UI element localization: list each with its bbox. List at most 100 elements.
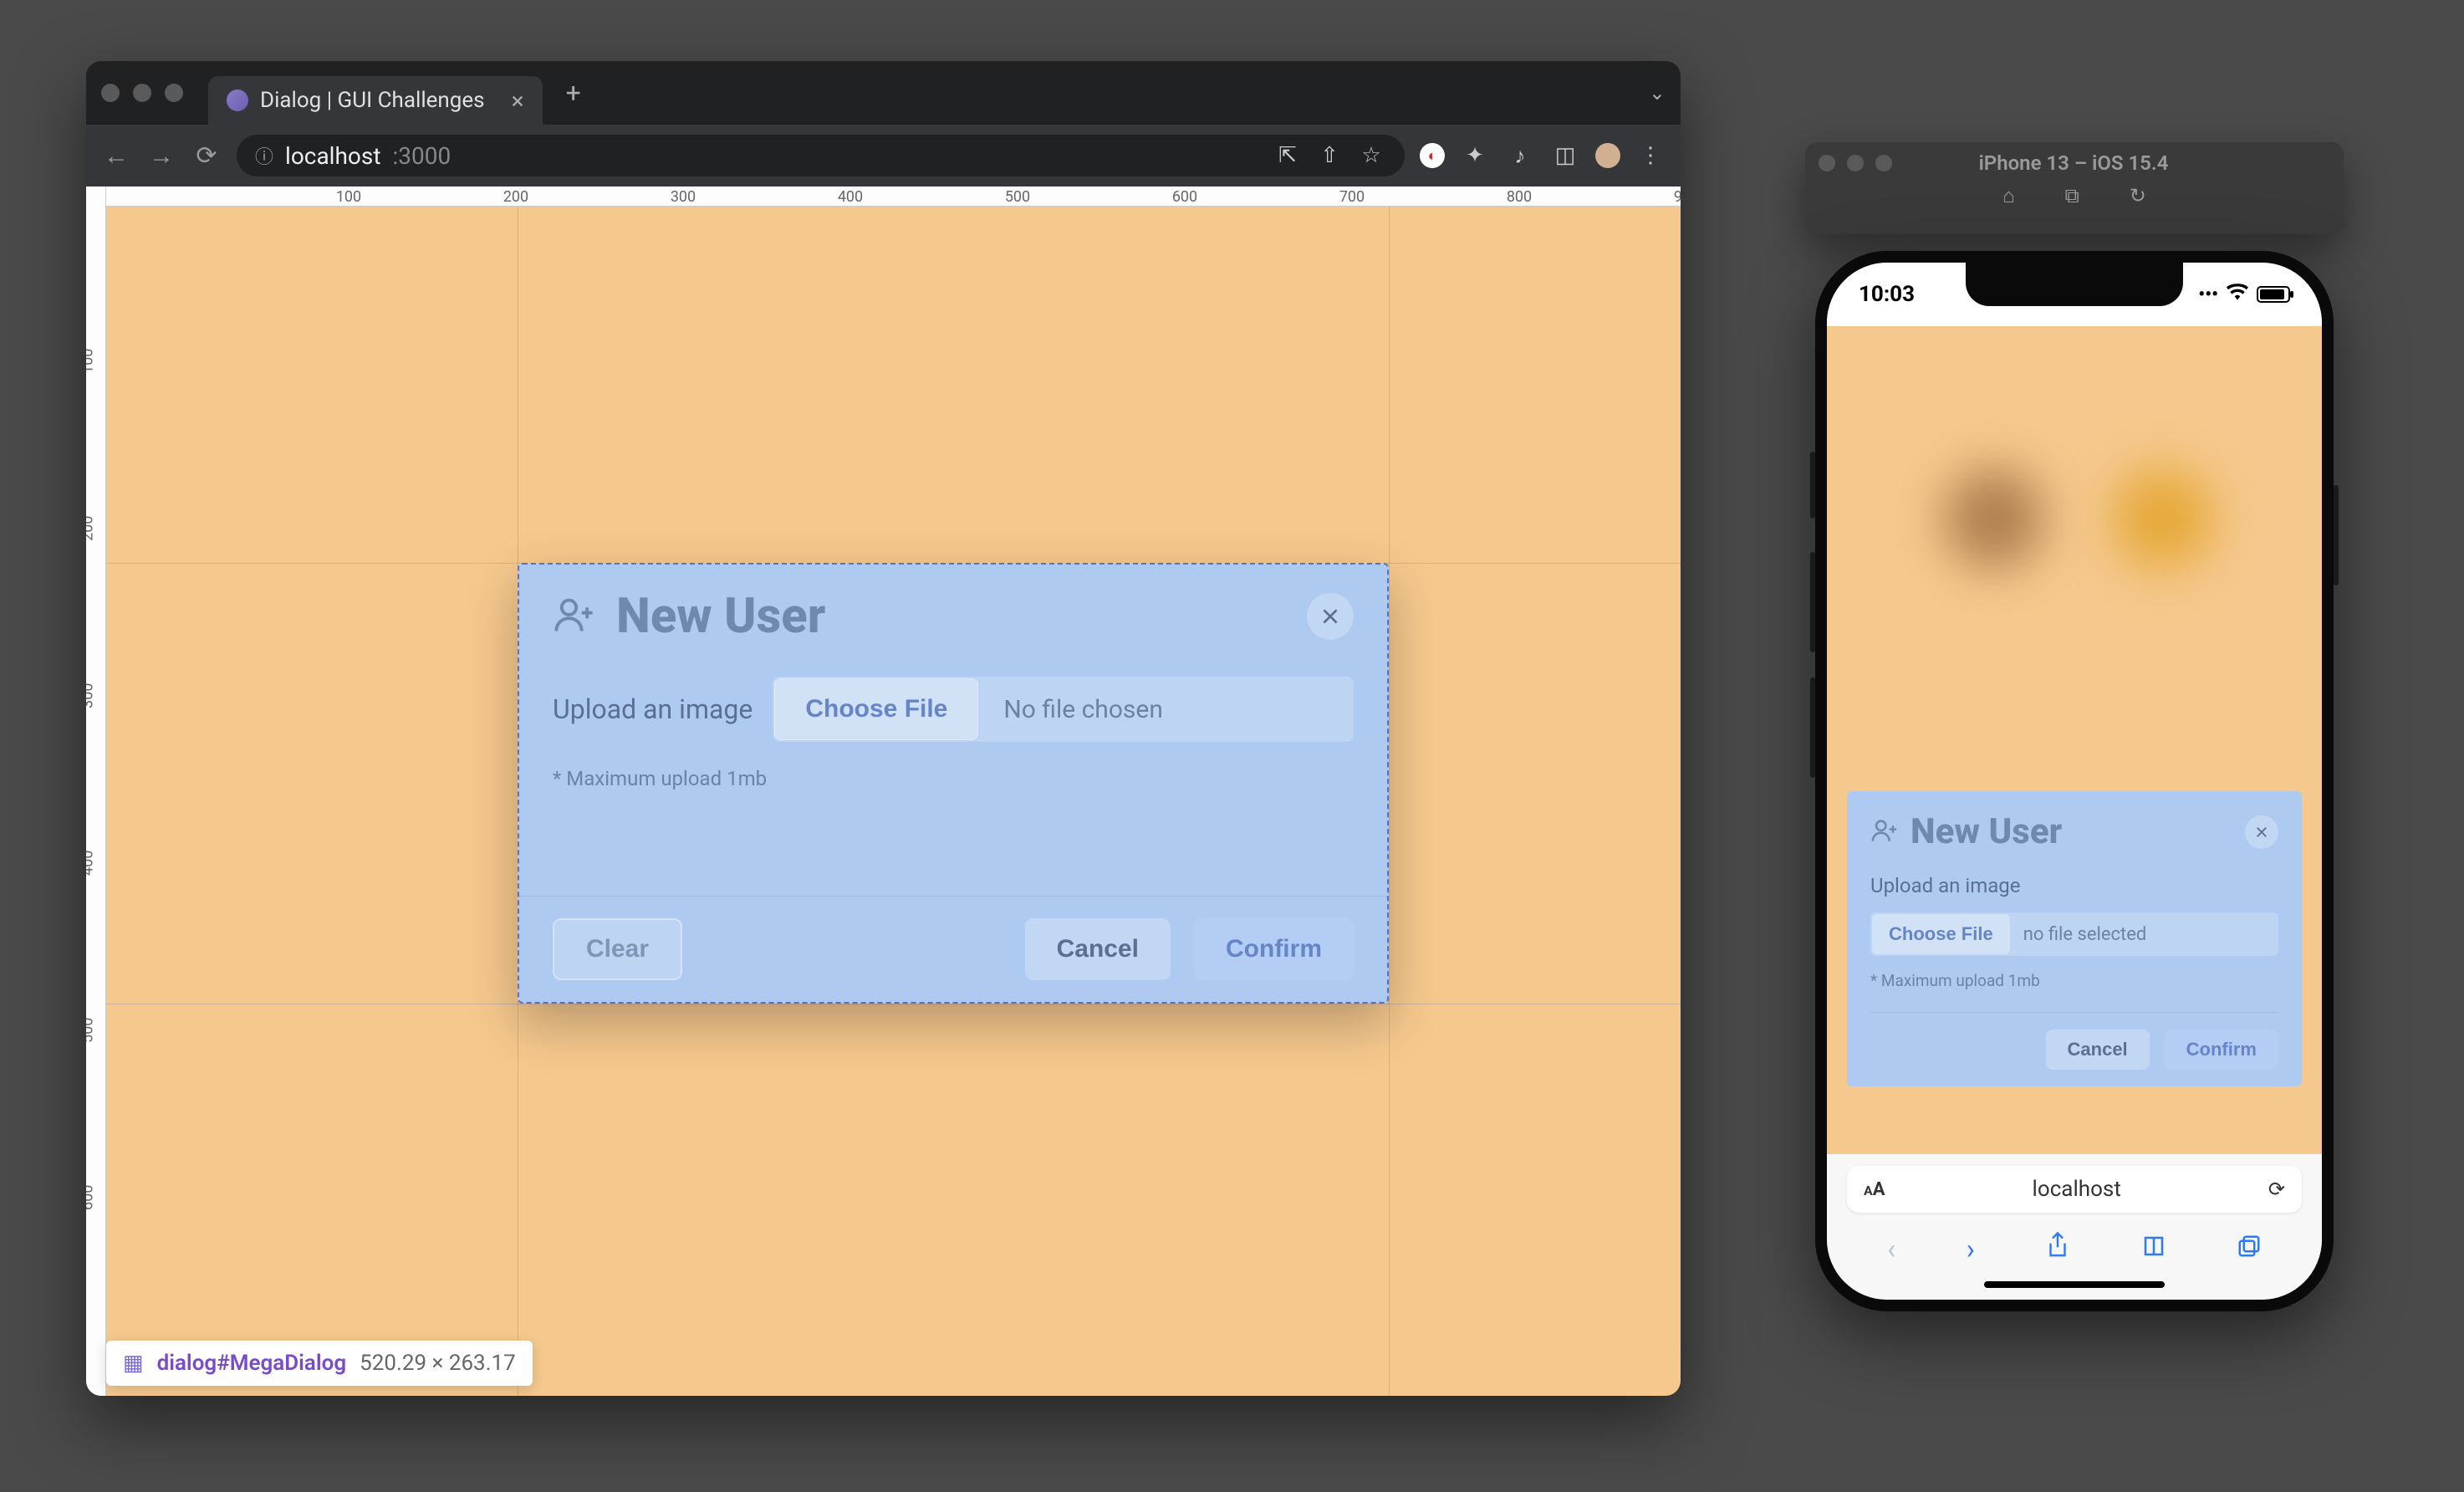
ruler-horizontal: 100 200 300 400 500 600 700 800 900 bbox=[86, 186, 1681, 207]
nav-back-icon[interactable]: ← bbox=[101, 141, 131, 171]
ruler-vertical: 100 200 300 400 500 600 bbox=[86, 186, 106, 1396]
upload-row: Upload an image Choose File No file chos… bbox=[553, 677, 1354, 742]
iphone-device: 10:03 ••• New User bbox=[1815, 251, 2334, 1311]
sim-screenshot-icon[interactable]: ⧉ bbox=[2065, 184, 2079, 208]
safari-url: localhost bbox=[1885, 1177, 2268, 1202]
guide-line bbox=[1389, 207, 1390, 1396]
phone-dialog-footer: Cancel Confirm bbox=[1870, 1012, 2278, 1086]
browser-toolbar: ← → ⟳ ⓘ localhost :3000 ⇱ ⇧ ☆ ◐ ✦ ♪ ◫ ⋮ bbox=[86, 125, 1681, 186]
iphone-screen: 10:03 ••• New User bbox=[1827, 263, 2322, 1300]
address-bar[interactable]: ⓘ localhost :3000 ⇱ ⇧ ☆ bbox=[237, 135, 1405, 176]
profile-avatar-icon[interactable] bbox=[1595, 143, 1620, 168]
extensions-icon[interactable]: ✦ bbox=[1460, 143, 1490, 168]
simulator-title: iPhone 13 – iOS 15.4 bbox=[1979, 151, 2169, 175]
ruler-tick: 600 bbox=[1172, 188, 1197, 206]
phone-confirm-button[interactable]: Confirm bbox=[2165, 1030, 2278, 1070]
file-status: No file chosen bbox=[980, 695, 1163, 724]
text-size-icon[interactable]: AA bbox=[1864, 1179, 1885, 1200]
simulator-toolbar: iPhone 13 – iOS 15.4 ⌂ ⧉ ↻ bbox=[1805, 142, 2344, 234]
dialog-title: New User bbox=[616, 588, 825, 645]
bookmark-star-icon[interactable]: ☆ bbox=[1356, 143, 1386, 168]
blurred-avatar-2 bbox=[2113, 468, 2213, 569]
blurred-avatar-1 bbox=[1944, 468, 2044, 569]
overflow-menu-icon[interactable]: ⋮ bbox=[1635, 143, 1666, 168]
favicon-icon bbox=[227, 89, 248, 111]
status-time: 10:03 bbox=[1859, 282, 1915, 307]
phone-file-input[interactable]: Choose File no file selected bbox=[1870, 912, 2278, 956]
ruler-tick: 400 bbox=[838, 188, 863, 206]
dialog-close-button[interactable] bbox=[1307, 593, 1354, 640]
site-info-icon[interactable]: ⓘ bbox=[255, 142, 273, 169]
confirm-button[interactable]: Confirm bbox=[1194, 918, 1354, 980]
dialog-header: New User bbox=[519, 565, 1387, 668]
window-close[interactable] bbox=[1819, 155, 1835, 171]
home-indicator[interactable] bbox=[1984, 1281, 2165, 1288]
cellular-icon: ••• bbox=[2198, 284, 2218, 305]
cancel-button[interactable]: Cancel bbox=[1025, 918, 1171, 980]
devtools-dimensions: 520.29 × 263.17 bbox=[360, 1351, 516, 1376]
phone-page: New User Upload an image Choose File no … bbox=[1827, 326, 2322, 1154]
window-maximize[interactable] bbox=[1875, 155, 1892, 171]
iphone-notch bbox=[1966, 263, 2183, 306]
choose-file-button[interactable]: Choose File bbox=[774, 678, 978, 740]
ruler-tick: 100 bbox=[336, 188, 361, 206]
phone-choose-file-button[interactable]: Choose File bbox=[1872, 914, 2010, 954]
ruler-tick: 600 bbox=[86, 1185, 97, 1210]
window-close[interactable] bbox=[101, 84, 120, 102]
phone-mega-dialog: New User Upload an image Choose File no … bbox=[1847, 791, 2302, 1086]
ruler-tick: 200 bbox=[503, 188, 528, 206]
ruler-tick: 900 bbox=[1674, 188, 1681, 206]
safari-bookmarks-icon[interactable] bbox=[2141, 1233, 2166, 1266]
dialog-footer: Clear Cancel Confirm bbox=[519, 896, 1387, 1002]
ruler-tick: 100 bbox=[86, 349, 97, 374]
browser-tab[interactable]: Dialog | GUI Challenges × bbox=[208, 76, 543, 125]
page-viewport: 100 200 300 400 500 600 700 800 900 100 … bbox=[86, 186, 1681, 1396]
compass-icon[interactable]: ◐ bbox=[1420, 143, 1445, 168]
ruler-tick: 700 bbox=[1339, 188, 1365, 206]
window-minimize[interactable] bbox=[133, 84, 151, 102]
address-port: :3000 bbox=[393, 142, 451, 170]
browser-window: Dialog | GUI Challenges × + ⌄ ← → ⟳ ⓘ lo… bbox=[86, 61, 1681, 1396]
file-input[interactable]: Choose File No file chosen bbox=[773, 677, 1354, 742]
nav-forward-icon[interactable]: → bbox=[146, 141, 176, 171]
phone-dialog-header: New User bbox=[1870, 811, 2278, 852]
address-host: localhost bbox=[285, 142, 380, 170]
devtools-element-tooltip: ▦ dialog#MegaDialog 520.29 × 263.17 bbox=[106, 1341, 533, 1386]
devtools-selector: dialog#MegaDialog bbox=[157, 1351, 347, 1376]
window-minimize[interactable] bbox=[1847, 155, 1864, 171]
nav-reload-icon[interactable]: ⟳ bbox=[191, 141, 222, 171]
share-icon[interactable]: ⇧ bbox=[1314, 143, 1344, 168]
add-user-icon bbox=[553, 593, 596, 640]
ruler-tick: 400 bbox=[86, 851, 97, 876]
sidepanel-icon[interactable]: ◫ bbox=[1550, 143, 1580, 168]
upload-label: Upload an image bbox=[553, 693, 752, 725]
safari-address-bar[interactable]: AA localhost ⟳ bbox=[1847, 1166, 2302, 1213]
reload-icon[interactable]: ⟳ bbox=[2268, 1178, 2285, 1201]
dialog-body: Upload an image Choose File No file chos… bbox=[519, 668, 1387, 790]
sim-home-icon[interactable]: ⌂ bbox=[2002, 184, 2015, 208]
safari-back-icon[interactable]: ‹ bbox=[1887, 1233, 1895, 1266]
media-icon[interactable]: ♪ bbox=[1505, 143, 1535, 169]
phone-dialog-title: New User bbox=[1910, 811, 2062, 852]
browser-titlebar: Dialog | GUI Challenges × + ⌄ bbox=[86, 61, 1681, 125]
safari-forward-icon[interactable]: › bbox=[1967, 1233, 1975, 1266]
clear-button[interactable]: Clear bbox=[553, 918, 682, 980]
tab-title: Dialog | GUI Challenges bbox=[260, 88, 485, 113]
ruler-tick: 200 bbox=[86, 516, 97, 541]
tabs-dropdown-icon[interactable]: ⌄ bbox=[1649, 81, 1666, 105]
phone-cancel-button[interactable]: Cancel bbox=[2046, 1030, 2150, 1070]
phone-upload-label: Upload an image bbox=[1870, 874, 2278, 897]
ruler-tick: 300 bbox=[86, 683, 97, 708]
phone-dialog-close-button[interactable] bbox=[2245, 815, 2278, 849]
safari-tabs-icon[interactable] bbox=[2237, 1233, 2262, 1266]
ruler-tick: 300 bbox=[671, 188, 696, 206]
window-maximize[interactable] bbox=[165, 84, 183, 102]
window-controls bbox=[101, 84, 183, 102]
sim-rotate-icon[interactable]: ↻ bbox=[2130, 184, 2146, 208]
open-external-icon[interactable]: ⇱ bbox=[1273, 143, 1303, 168]
tab-close-icon[interactable]: × bbox=[512, 87, 524, 115]
new-tab-button[interactable]: + bbox=[566, 77, 581, 109]
safari-share-icon[interactable] bbox=[2045, 1231, 2070, 1267]
grid-icon: ▦ bbox=[123, 1351, 144, 1376]
mega-dialog: New User Upload an image Choose File No … bbox=[518, 563, 1389, 1004]
